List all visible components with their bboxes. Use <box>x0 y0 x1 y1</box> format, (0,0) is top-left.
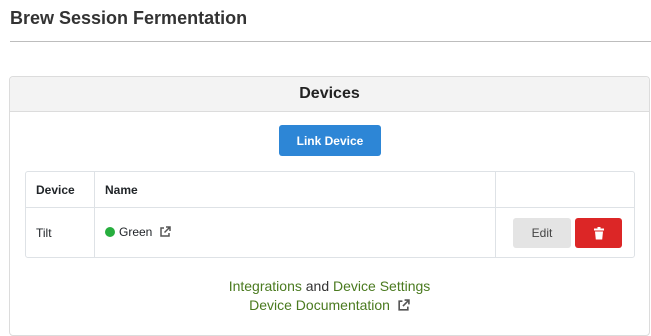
delete-device-button[interactable] <box>575 218 622 248</box>
devices-card: Devices Link Device Device Name Tilt Gre… <box>9 76 650 336</box>
device-actions-cell: Edit <box>496 208 635 258</box>
device-type-cell: Tilt <box>26 207 95 257</box>
device-name-link[interactable]: Green <box>119 225 152 239</box>
link-device-button[interactable]: Link Device <box>279 125 381 156</box>
column-header-name: Name <box>94 172 496 208</box>
device-name-cell: Green <box>94 207 496 257</box>
and-text: and <box>305 278 330 294</box>
title-divider <box>10 41 651 42</box>
integrations-link[interactable]: Integrations <box>229 278 302 294</box>
external-link-icon[interactable] <box>159 226 171 241</box>
device-documentation-link[interactable]: Device Documentation <box>249 297 390 313</box>
devices-card-title: Devices <box>299 85 360 102</box>
column-header-device: Device <box>26 172 95 208</box>
device-settings-link[interactable]: Device Settings <box>333 278 430 294</box>
trash-icon <box>593 226 604 239</box>
edit-device-button[interactable]: Edit <box>513 218 571 248</box>
devices-card-header: Devices <box>10 77 649 112</box>
table-header-row: Device Name <box>26 172 634 208</box>
devices-table: Device Name Tilt Green Edit <box>25 171 635 258</box>
table-row: Tilt Green Edit <box>26 207 635 258</box>
column-header-actions <box>495 172 634 208</box>
status-dot <box>105 227 115 237</box>
external-link-icon[interactable] <box>397 298 410 317</box>
device-footer-links: Integrations and Device Settings Device … <box>10 277 649 317</box>
page-title: Brew Session Fermentation <box>10 8 248 28</box>
